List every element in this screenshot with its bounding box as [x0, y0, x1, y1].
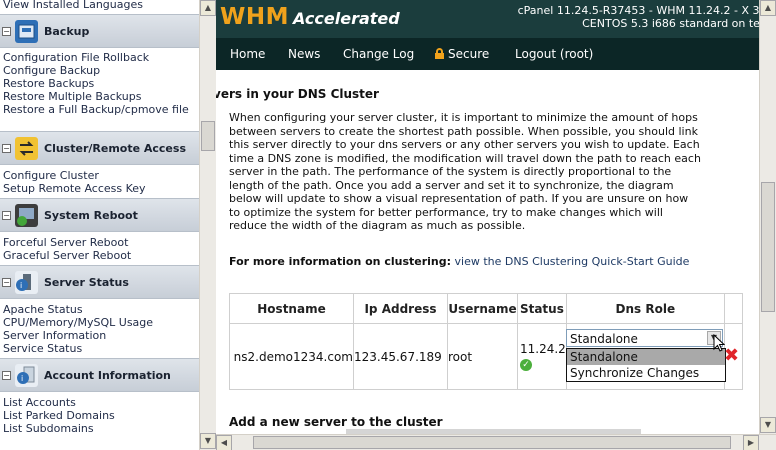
whm-window: View Installed Languages − Backup Config… [0, 0, 776, 450]
sidebar-link[interactable]: Apache Status [3, 303, 83, 316]
ip-address-cell: 123.45.67.189 [353, 323, 448, 390]
scroll-right-arrow-icon[interactable]: ▶ [743, 435, 759, 450]
left-sidebar-frame: View Installed Languages − Backup Config… [0, 0, 216, 450]
scroll-up-arrow-icon[interactable]: ▲ [200, 0, 216, 16]
sidebar-link[interactable]: Forceful Server Reboot [3, 236, 128, 249]
scroll-down-arrow-icon[interactable]: ▼ [760, 417, 776, 433]
version-line: cPanel 11.24.5-R37453 - WHM 11.24.2 - X … [517, 4, 770, 17]
dns-role-options: Standalone Synchronize Changes [566, 348, 726, 382]
status-ok-icon: ✓ [520, 359, 532, 371]
hostname-cell: ns2.demo1234.com [229, 323, 354, 390]
scrollbar-thumb[interactable] [253, 436, 731, 449]
main-vertical-scrollbar[interactable]: ▲ ▼ [759, 0, 776, 434]
sidebar-link[interactable]: Restore Multiple Backups [3, 90, 141, 103]
sidebar-menu: View Installed Languages − Backup Config… [0, 0, 199, 450]
dns-role-option-standalone[interactable]: Standalone [567, 349, 725, 365]
nav-home[interactable]: Home [230, 47, 265, 61]
collapse-toggle-icon[interactable]: − [2, 27, 11, 36]
main-horizontal-scrollbar[interactable]: ◀ ▶ [216, 434, 776, 450]
cluster-description: When configuring your server cluster, it… [229, 111, 701, 232]
collapse-toggle-icon[interactable]: − [2, 144, 11, 153]
sidebar-section-cluster[interactable]: − Cluster/Remote Access [0, 131, 199, 165]
sidebar-section-system-reboot[interactable]: − System Reboot [0, 198, 199, 232]
cluster-arrows-icon [15, 137, 38, 160]
page-title: vers in your DNS Cluster [216, 87, 379, 101]
quick-start-guide-link[interactable]: view the DNS Clustering Quick-Start Guid… [455, 255, 690, 268]
dns-role-select[interactable]: Standalone ▼ [566, 329, 723, 347]
scrollbar-thumb[interactable] [761, 182, 775, 312]
top-navigation: Home News Change Log Secure Logout (root… [216, 38, 776, 70]
column-header: Status [517, 293, 567, 324]
table-header-row: Hostname Ip Address Username Status Dns … [229, 293, 743, 324]
sidebar-link-view-installed-languages[interactable]: View Installed Languages [3, 0, 143, 11]
sidebar-section-title: Server Status [44, 276, 129, 289]
scroll-up-arrow-icon[interactable]: ▲ [760, 0, 776, 16]
more-info-label: For more information on clustering: [229, 255, 452, 268]
sidebar-link[interactable]: Configuration File Rollback [3, 51, 149, 64]
sidebar-section-account-information[interactable]: − i Account Information [0, 358, 199, 392]
dns-role-selected-value: Standalone [570, 332, 638, 346]
whm-header: WHM Accelerated cPanel 11.24.5-R37453 - … [216, 0, 776, 38]
column-header: Ip Address [353, 293, 448, 324]
main-frame: WHM Accelerated cPanel 11.24.5-R37453 - … [216, 0, 776, 450]
collapse-toggle-icon[interactable]: − [2, 211, 11, 220]
column-header-blank [723, 293, 743, 324]
os-line: CENTOS 5.3 i686 standard on test [582, 17, 770, 30]
more-info: For more information on clustering: view… [229, 255, 701, 268]
sidebar-section-title: System Reboot [44, 209, 138, 222]
sidebar-section-title: Cluster/Remote Access [44, 142, 186, 155]
status-cell: 11.24.2 ✓ [517, 323, 567, 390]
column-header: Dns Role [565, 293, 725, 324]
sidebar-section-title: Account Information [44, 369, 171, 382]
lock-icon [435, 48, 444, 59]
server-status-icon: i [15, 271, 38, 294]
nav-secure[interactable]: Secure [435, 47, 489, 61]
version-info: cPanel 11.24.5-R37453 - WHM 11.24.2 - X … [518, 4, 770, 30]
sidebar-link[interactable]: Service Status [3, 342, 82, 355]
nav-change-log[interactable]: Change Log [343, 47, 414, 61]
logo-accelerated-text: Accelerated [293, 9, 400, 28]
nav-logout[interactable]: Logout (root) [515, 47, 593, 61]
sidebar-link[interactable]: Server Information [3, 329, 106, 342]
add-server-heading: Add a new server to the cluster [229, 415, 443, 429]
collapse-toggle-icon[interactable]: − [2, 371, 11, 380]
sidebar-link[interactable]: Restore a Full Backup/cpmove file [3, 103, 193, 116]
svg-text:i: i [21, 374, 23, 383]
sidebar-link[interactable]: Setup Remote Access Key [3, 182, 146, 195]
delete-server-icon[interactable]: ✖ [724, 347, 739, 365]
nav-news[interactable]: News [288, 47, 320, 61]
sidebar-link[interactable]: List Subdomains [3, 422, 94, 435]
scrollbar-thumb[interactable] [201, 121, 215, 151]
sidebar-link[interactable]: Restore Backups [3, 77, 94, 90]
mouse-pointer-icon [713, 334, 725, 352]
content-area: vers in your DNS Cluster When configurin… [216, 70, 759, 434]
collapse-toggle-icon[interactable]: − [2, 278, 11, 287]
sidebar-link[interactable]: CPU/Memory/MySQL Usage [3, 316, 153, 329]
whm-logo: WHM Accelerated [220, 4, 400, 34]
sidebar-section-title: Backup [44, 25, 90, 38]
sidebar-link[interactable]: Configure Backup [3, 64, 100, 77]
sidebar-link[interactable]: List Parked Domains [3, 409, 115, 422]
scroll-down-arrow-icon[interactable]: ▼ [200, 433, 216, 449]
status-version: 11.24.2 [520, 342, 566, 356]
sidebar-vertical-scrollbar[interactable]: ▲ ▼ [199, 0, 216, 450]
system-reboot-icon [15, 204, 38, 227]
dns-role-option-synchronize[interactable]: Synchronize Changes [567, 365, 725, 381]
column-header: Hostname [229, 293, 354, 324]
account-information-icon: i [15, 364, 38, 387]
username-cell: root [447, 323, 518, 390]
sidebar-link[interactable]: Configure Cluster [3, 169, 99, 182]
logo-whm-text: WHM [220, 4, 290, 30]
sidebar-link[interactable]: List Accounts [3, 396, 76, 409]
column-header: Username [447, 293, 518, 324]
sidebar-link[interactable]: Graceful Server Reboot [3, 249, 131, 262]
sidebar-section-server-status[interactable]: − i Server Status [0, 265, 199, 299]
svg-text:i: i [20, 281, 22, 290]
scroll-left-arrow-icon[interactable]: ◀ [216, 435, 232, 450]
sidebar-section-backup[interactable]: − Backup [0, 14, 199, 48]
backup-icon [15, 20, 38, 43]
